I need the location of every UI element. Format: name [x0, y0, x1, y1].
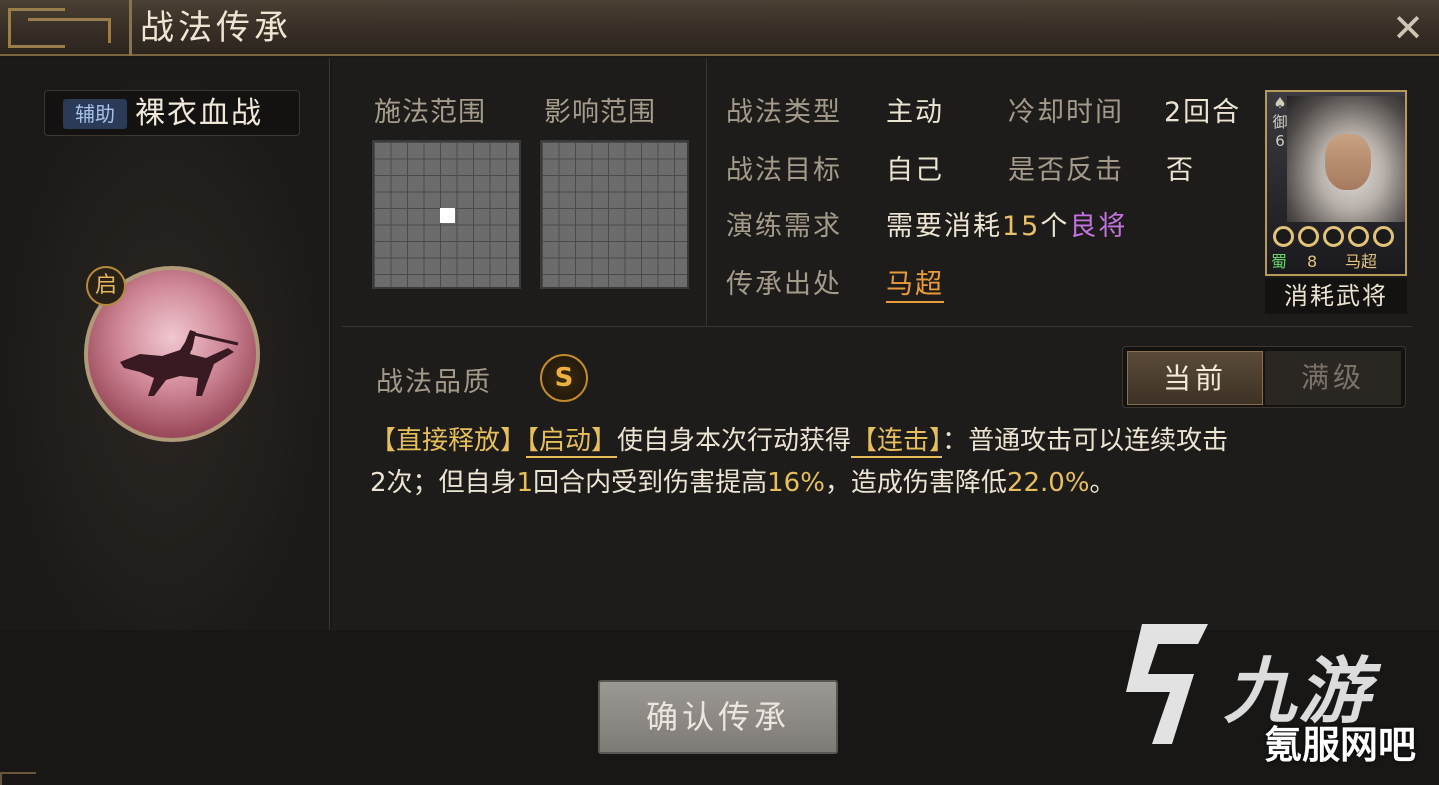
counter-value: 否 [1166, 155, 1195, 186]
requirement-label: 演练需求 [726, 211, 842, 242]
star-icon [1298, 226, 1319, 247]
tab-current-level[interactable]: 当前 [1127, 351, 1263, 405]
hero-card[interactable]: ♠ 御 6 蜀 8 马超 [1265, 90, 1407, 276]
skill-detail-panel: 施法范围 影响范围 战法类型 主动 冷却时间 2回合 战法目标 自己 是否反击 … [332, 58, 1439, 630]
origin-hero-link[interactable]: 马超 [886, 262, 944, 303]
desc-text: ，造成伤害降低 [824, 468, 1007, 498]
cast-range-label: 施法范围 [374, 97, 486, 128]
window-title: 战法传承 [140, 8, 292, 48]
hero-faction: 蜀 [1271, 252, 1288, 271]
close-icon[interactable]: ✕ [1388, 8, 1428, 48]
requirement-item: 良将 [1069, 211, 1128, 242]
cooldown-value: 2回合 [1164, 97, 1242, 128]
desc-keyword-direct: 【直接释放】 [370, 426, 527, 456]
cooldown-label: 冷却时间 [1008, 97, 1124, 128]
desc-number: 16% [767, 468, 825, 498]
divider-vertical [706, 58, 707, 326]
desc-keyword-start: 【启动】 [526, 426, 618, 458]
hero-side-number: 6 [1275, 132, 1285, 150]
self-cell [440, 208, 455, 223]
confirm-inherit-button[interactable]: 确认传承 [598, 680, 838, 754]
quality-label: 战法品质 [376, 367, 492, 398]
skill-preview-panel: 辅助 裸衣血战 启 [0, 58, 330, 630]
skill-target-value: 自己 [886, 155, 944, 186]
star-icon [1323, 226, 1344, 247]
cast-range-grid [372, 140, 521, 289]
skill-type-value: 主动 [886, 97, 944, 128]
desc-text: 回合内受到伤害提高 [533, 468, 768, 498]
desc-text: 。 [1089, 468, 1116, 498]
jiuyou-logo-icon [1126, 624, 1208, 744]
desc-number: 22.0% [1006, 468, 1090, 498]
origin-label: 传承出处 [726, 269, 842, 300]
skill-type-label: 战法类型 [726, 97, 842, 128]
spade-icon: ♠ [1273, 94, 1287, 112]
corner-ornament [0, 772, 36, 785]
requirement-unit: 个 [1040, 211, 1070, 242]
star-icon [1348, 226, 1369, 247]
level-toggle: 当前 满级 [1122, 346, 1406, 408]
hero-stars [1273, 226, 1403, 248]
requirement-prefix: 需要消耗 [886, 211, 1002, 242]
skill-name: 裸衣血战 [135, 96, 263, 131]
hero-troop-type: 御 [1272, 113, 1288, 131]
effect-range-label: 影响范围 [544, 97, 656, 128]
quality-badge: S [540, 354, 588, 402]
desc-text: 2次；但自身 [370, 468, 517, 498]
skill-category-tag: 辅助 [63, 99, 127, 129]
hero-face [1325, 134, 1371, 190]
active-skill-badge: 启 [86, 266, 126, 306]
divider-horizontal [342, 326, 1412, 327]
hero-name: 马超 [1345, 252, 1378, 271]
desc-keyword-combo: 【连击】 [851, 426, 943, 458]
requirement-count: 15 [1002, 211, 1041, 242]
star-icon [1373, 226, 1394, 247]
hero-side-info: ♠ 御 6 [1271, 94, 1289, 151]
hero-card-footer: 蜀 8 马超 [1267, 250, 1405, 274]
desc-text: ：普通攻击可以连续攻击 [942, 426, 1229, 456]
skill-target-label: 战法目标 [726, 155, 842, 186]
watermark-sub: 氪服网吧 [1264, 723, 1417, 767]
requirement-value: 需要消耗15个良将 [886, 204, 1127, 243]
skill-name-box: 辅助 裸衣血战 [44, 90, 300, 136]
effect-range-grid [540, 140, 689, 289]
skill-description: 【直接释放】【启动】使自身本次行动获得【连击】：普通攻击可以连续攻击 2次；但自… [370, 420, 1415, 504]
desc-text: 使自身本次行动获得 [617, 426, 852, 456]
horse-rider-icon [120, 330, 239, 396]
footer-bar: 确认传承 九游 氪服网吧 [0, 624, 1439, 785]
consume-hero-label: 消耗武将 [1265, 278, 1407, 314]
title-ornament [0, 0, 132, 56]
counter-label: 是否反击 [1008, 155, 1124, 186]
hero-portrait [1287, 96, 1405, 222]
title-bar: 战法传承 ✕ [0, 0, 1439, 56]
tab-max-level[interactable]: 满级 [1265, 351, 1401, 405]
desc-number: 1 [516, 468, 534, 498]
watermark: 九游 氪服网吧 [1112, 614, 1432, 782]
hero-cost: 8 [1307, 252, 1318, 271]
star-icon [1273, 226, 1294, 247]
